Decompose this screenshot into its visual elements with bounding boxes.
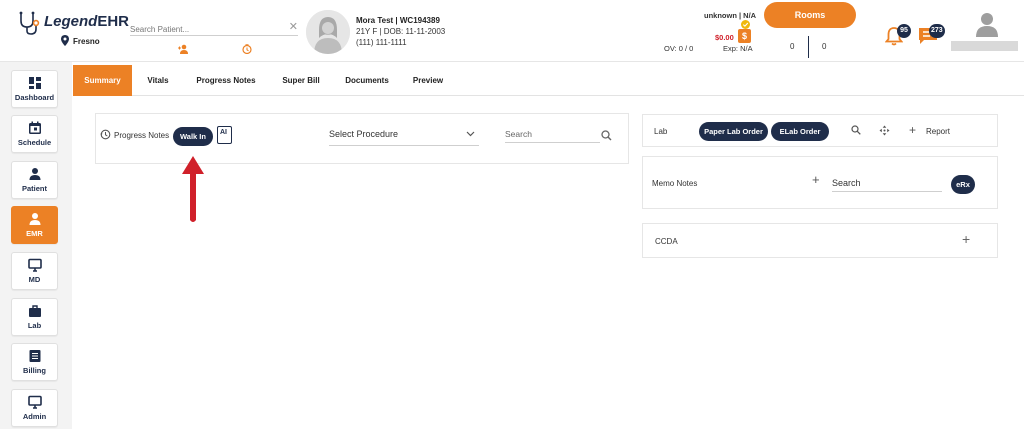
person-icon (28, 212, 42, 226)
progress-search-input[interactable]: Search (505, 129, 600, 143)
walk-in-button[interactable]: Walk In (173, 127, 213, 146)
nav-schedule-label: Schedule (17, 138, 52, 147)
nav-md-label: MD (28, 275, 41, 284)
sidebar: Dashboard Schedule Patient EMR MD Lab Bi… (0, 62, 72, 429)
memo-notes-card: Memo Notes + Search eRx (642, 156, 998, 209)
paper-lab-order-button[interactable]: Paper Lab Order (699, 122, 768, 141)
patient-status: unknown | N/A (704, 11, 757, 20)
patient-info[interactable]: Mora Test | WC194389 21Y F | DOB: 11-11-… (356, 15, 445, 48)
top-bar: LegendEHR Fresno ✕ Mora Test | WC194389 … (0, 0, 1024, 62)
procedure-select-value: Select Procedure (329, 129, 399, 139)
procedure-select[interactable]: Select Procedure (329, 129, 479, 146)
ccda-card: CCDA + (642, 223, 998, 258)
dollar-icon[interactable]: $ (738, 29, 751, 43)
report-link[interactable]: Report (926, 127, 950, 136)
nav-billing[interactable]: Billing (11, 343, 58, 381)
progress-notes-label: Progress Notes (114, 131, 170, 140)
logo-italic: Legend (44, 13, 98, 30)
ai-label: AI (220, 129, 227, 136)
dashboard-icon (28, 76, 42, 90)
nav-md[interactable]: MD (11, 252, 58, 290)
tab-summary[interactable]: Summary (73, 65, 132, 96)
lab-label: Lab (654, 127, 668, 136)
ov-count: OV: 0 / 0 (664, 44, 694, 53)
elab-order-button[interactable]: ELab Order (771, 122, 829, 141)
history-icon[interactable] (100, 129, 111, 140)
messages-badge: 273 (929, 24, 945, 38)
nav-emr[interactable]: EMR (11, 206, 58, 244)
nav-lab-label: Lab (27, 321, 42, 330)
patient-demographics: 21Y F | DOB: 11-11-2003 (356, 27, 446, 36)
nav-lab[interactable]: Lab (11, 298, 58, 336)
patient-name-line: Mora Test | WC194389 (356, 16, 440, 25)
logo-bold: EHR (97, 13, 130, 30)
nav-dashboard[interactable]: Dashboard (11, 70, 58, 108)
user-name-placeholder (951, 41, 1018, 51)
lab-search-icon[interactable] (851, 125, 861, 135)
monitor-icon (27, 395, 42, 409)
add-patient-icon[interactable] (178, 44, 189, 54)
tab-preview[interactable]: Preview (408, 65, 448, 96)
balance-amount: $0.00 (715, 33, 734, 42)
tab-bar: Summary Vitals Progress Notes Super Bill… (73, 65, 1024, 96)
app-logo-text: LegendEHR (44, 13, 129, 30)
memo-search-placeholder: Search (832, 178, 861, 188)
memo-search-input[interactable]: Search (832, 178, 942, 192)
ai-notes-button[interactable]: AI (217, 126, 232, 144)
nav-dashboard-label: Dashboard (14, 93, 55, 102)
nav-admin[interactable]: Admin (11, 389, 58, 427)
nav-emr-label: EMR (26, 229, 43, 238)
location-label[interactable]: Fresno (73, 37, 100, 46)
verified-check-icon (741, 20, 750, 29)
nav-patient-label: Patient (21, 184, 47, 193)
nav-schedule[interactable]: Schedule (11, 115, 58, 153)
add-ccda-icon[interactable]: + (962, 231, 970, 247)
clear-search-icon[interactable]: ✕ (289, 20, 298, 33)
chevron-down-icon (466, 131, 475, 137)
patient-phone: (111) 111-1111 (356, 38, 407, 47)
lab-card: Lab Paper Lab Order ELab Order + Report (642, 114, 998, 147)
user-avatar-icon[interactable] (974, 11, 1000, 37)
tab-documents[interactable]: Documents (339, 65, 395, 96)
tab-super-bill[interactable]: Super Bill (276, 65, 326, 96)
erx-button[interactable]: eRx (951, 175, 975, 194)
exp-status: Exp: N/A (723, 44, 753, 53)
room-divider (808, 36, 809, 58)
nav-billing-label: Billing (23, 366, 46, 375)
progress-search-placeholder: Search (505, 129, 532, 139)
location-pin-icon (61, 35, 69, 46)
monitor-icon (27, 258, 42, 272)
nav-admin-label: Admin (22, 412, 47, 421)
stethoscope-logo-icon (17, 10, 43, 36)
tab-progress-notes[interactable]: Progress Notes (194, 65, 258, 96)
ccda-label: CCDA (655, 237, 678, 246)
room-count-left: 0 (790, 42, 795, 51)
progress-notes-card: Progress Notes Walk In AI Select Procedu… (95, 113, 629, 164)
move-icon[interactable] (879, 125, 890, 136)
billing-list-icon (28, 349, 42, 363)
patient-avatar[interactable] (306, 10, 350, 54)
add-report-icon[interactable]: + (909, 123, 916, 137)
notification-badge: 95 (897, 24, 911, 38)
search-icon[interactable] (601, 130, 612, 141)
add-memo-icon[interactable]: + (812, 172, 820, 187)
tab-vitals[interactable]: Vitals (138, 65, 178, 96)
annotation-arrow (181, 156, 205, 224)
calendar-icon (28, 121, 42, 135)
room-count-right: 0 (822, 42, 827, 51)
memo-notes-label: Memo Notes (652, 179, 698, 188)
person-icon (28, 167, 42, 181)
patient-search-input[interactable] (130, 21, 280, 38)
briefcase-icon (28, 304, 42, 318)
timer-icon[interactable] (242, 44, 252, 54)
nav-patient[interactable]: Patient (11, 161, 58, 199)
rooms-button[interactable]: Rooms (764, 2, 856, 28)
patient-search: ✕ (130, 19, 298, 38)
